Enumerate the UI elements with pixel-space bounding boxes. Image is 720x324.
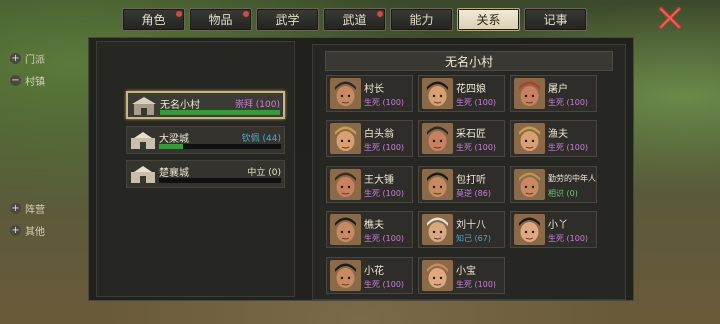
npc-card[interactable]: 花四娘生死 (100) [418, 75, 505, 112]
npc-name: 屠户 [548, 84, 568, 95]
npc-relation: 生死 (100) [548, 143, 589, 152]
npc-name: 村长 [364, 84, 384, 95]
notification-dot [243, 11, 249, 17]
portrait-icon [514, 78, 545, 109]
npc-card[interactable]: 樵夫生死 (100) [326, 211, 413, 248]
portrait-icon [422, 214, 453, 245]
npc-relation: 生死 (100) [364, 98, 405, 107]
npc-relation: 生死 (100) [456, 143, 497, 152]
npc-card[interactable]: 采石匠生死 (100) [418, 120, 505, 157]
portrait-icon [514, 169, 545, 200]
npc-name: 渔夫 [548, 129, 568, 140]
close-button[interactable] [656, 4, 684, 32]
portrait-icon [422, 123, 453, 154]
npc-name: 花四娘 [456, 84, 486, 95]
npc-name: 王大锤 [364, 175, 394, 186]
town-item-chuxiang[interactable]: 楚襄城 中立 (0) [126, 160, 285, 188]
npc-name: 小丫 [548, 220, 568, 231]
notification-dot [176, 11, 182, 17]
npc-card[interactable]: 白头翁生死 (100) [326, 120, 413, 157]
npc-relation: 生死 (100) [456, 280, 497, 289]
portrait-icon [422, 260, 453, 291]
npc-card[interactable]: 包打听莫逆 (86) [418, 166, 505, 203]
portrait-icon [330, 123, 361, 154]
portrait-icon [330, 78, 361, 109]
npc-card[interactable]: 小宝生死 (100) [418, 257, 505, 294]
tab-martial-arts[interactable]: 武学 [256, 8, 319, 31]
tab-martial-way[interactable]: 武道 [323, 8, 386, 31]
npc-card[interactable]: 勤劳的中年人 相识 (0) [510, 166, 597, 203]
npc-card[interactable]: 小花生死 (100) [326, 257, 413, 294]
portrait-icon [514, 214, 545, 245]
npc-card[interactable]: 小丫生死 (100) [510, 211, 597, 248]
npc-name: 包打听 [456, 175, 486, 186]
npc-relation: 生死 (100) [364, 280, 405, 289]
town-item-nameless-village[interactable]: 无名小村 崇拜 (100) [126, 91, 285, 119]
town-item-daliang[interactable]: 大梁城 钦佩 (44) [126, 126, 285, 154]
close-icon [659, 7, 681, 29]
grid-title: 无名小村 [325, 51, 613, 71]
category-sect[interactable]: + 门派 [10, 51, 45, 66]
npc-name: 白头翁 [364, 129, 394, 140]
npc-relation: 莫逆 (86) [456, 189, 491, 198]
npc-card[interactable]: 王大锤生死 (100) [326, 166, 413, 203]
portrait-icon [514, 123, 545, 154]
portrait-icon [330, 260, 361, 291]
npc-relation: 生死 (100) [364, 143, 405, 152]
npc-name: 小宝 [456, 266, 476, 277]
tab-abilities[interactable]: 能力 [390, 8, 453, 31]
npc-name: 小花 [364, 266, 384, 277]
npc-name: 刘十八 [456, 220, 486, 231]
collapse-icon: − [10, 75, 21, 86]
npc-relation: 生死 (100) [548, 98, 589, 107]
npc-name: 勤劳的中年人 [548, 174, 596, 183]
portrait-icon [422, 78, 453, 109]
npc-card[interactable]: 渔夫生死 (100) [510, 120, 597, 157]
npc-name: 采石匠 [456, 129, 486, 140]
npc-relation: 生死 (100) [456, 98, 497, 107]
tab-items[interactable]: 物品 [189, 8, 252, 31]
category-villages[interactable]: − 村镇 [10, 73, 45, 88]
notification-dot [377, 11, 383, 17]
tab-journal[interactable]: 记事 [524, 8, 587, 31]
house-icon [132, 97, 156, 115]
npc-relation: 知己 (67) [456, 234, 491, 243]
relation-bar [159, 144, 281, 149]
npc-name: 樵夫 [364, 220, 384, 231]
expand-icon: + [10, 203, 21, 214]
expand-icon: + [10, 225, 21, 236]
expand-icon: + [10, 53, 21, 64]
relation-bar [160, 110, 280, 115]
npc-card[interactable]: 村长生死 (100) [326, 75, 413, 112]
npc-card[interactable]: 刘十八知己 (67) [418, 211, 505, 248]
npc-relation: 生死 (100) [364, 189, 405, 198]
tab-character[interactable]: 角色 [122, 8, 185, 31]
portrait-icon [330, 169, 361, 200]
relation-bar [159, 178, 281, 183]
npc-relation: 相识 (0) [548, 189, 578, 198]
portrait-icon [422, 169, 453, 200]
npc-card[interactable]: 屠户生死 (100) [510, 75, 597, 112]
tab-relations[interactable]: 关系 [457, 8, 520, 31]
city-gate-icon [131, 166, 155, 183]
category-others[interactable]: + 其他 [10, 223, 45, 238]
npc-relation: 生死 (100) [548, 234, 589, 243]
tab-bar: 角色 物品 武学 武道 能力 关系 记事 [122, 8, 587, 31]
npc-relation: 生死 (100) [364, 234, 405, 243]
portrait-icon [330, 214, 361, 245]
city-gate-icon [131, 132, 155, 149]
category-camps[interactable]: + 阵营 [10, 201, 45, 216]
